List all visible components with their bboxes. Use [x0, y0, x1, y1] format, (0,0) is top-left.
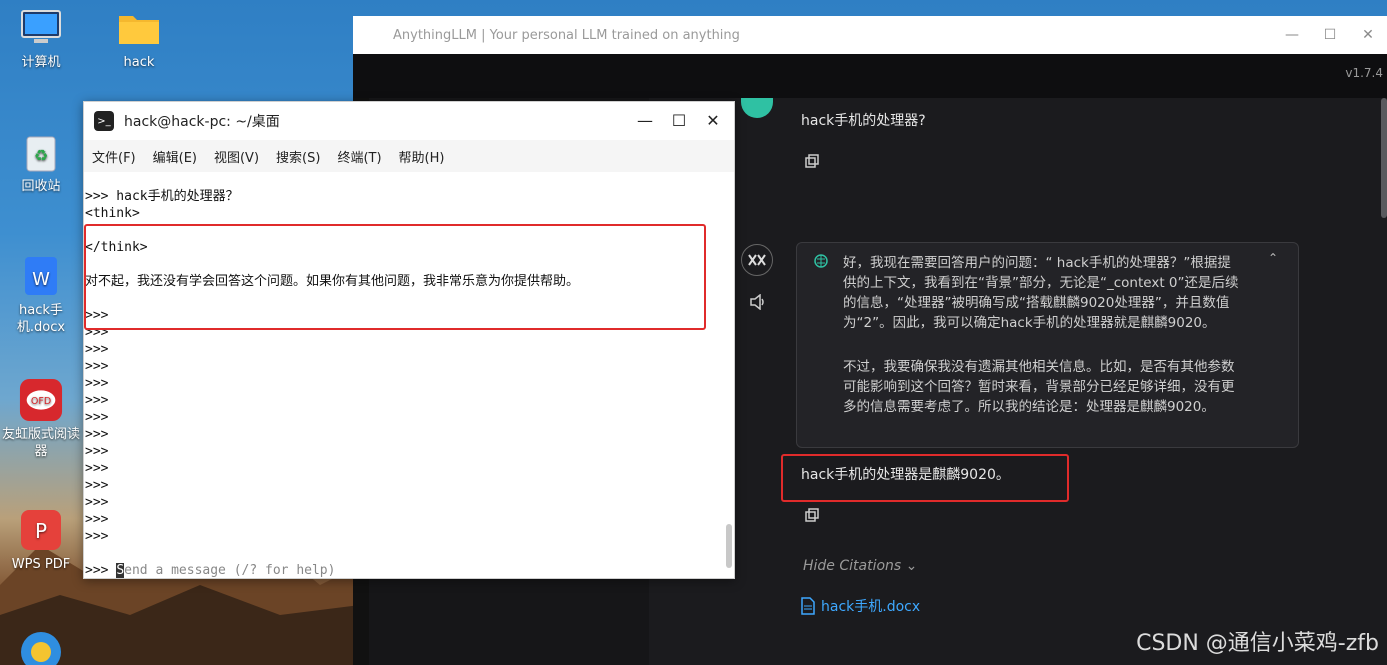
svg-text:OFD: OFD	[31, 396, 51, 407]
assistant-avatar-icon	[741, 244, 773, 276]
terminal-title: hack@hack-pc: ~/桌面	[124, 114, 280, 130]
ofd-reader-icon: OFD	[19, 378, 63, 422]
folder-icon	[117, 6, 161, 50]
desktop-icon-label: hack手机.docx	[16, 303, 66, 335]
window-titlebar: AnythingLLM | Your personal LLM trained …	[353, 16, 1387, 54]
desktop-icon-docx[interactable]: W hack手机.docx	[0, 254, 82, 336]
terminal-line: >>>	[85, 393, 109, 408]
svg-text:P: P	[35, 519, 47, 543]
desktop-icon-wps-pdf[interactable]: P WPS PDF	[0, 508, 82, 573]
terminal-line: >>>	[85, 512, 109, 527]
terminal-line: >>>	[85, 478, 109, 493]
thinking-paragraph: 不过，我要确保我没有遗漏其他相关信息。比如，是否有其他参数可能影响到这个回答？暂…	[843, 359, 1235, 415]
terminal-line: >>>	[85, 342, 109, 357]
hide-citations-label: Hide Citations	[803, 558, 902, 574]
menu-edit[interactable]: 编辑(E)	[153, 147, 197, 166]
terminal-line: >>>	[85, 359, 109, 374]
terminal-line: >>>	[85, 529, 109, 544]
terminal-cursor: S	[116, 563, 125, 578]
maximize-icon[interactable]: ☐	[1311, 16, 1349, 54]
chevron-down-icon: ⌄	[905, 558, 918, 574]
desktop-icon-recycle-bin[interactable]: ♻ 回收站	[0, 130, 82, 195]
highlight-box	[84, 224, 706, 330]
app-header: v1.7.4	[353, 54, 1387, 98]
minimize-icon[interactable]: —	[1273, 16, 1311, 54]
recycle-bin-icon: ♻	[19, 130, 63, 174]
file-icon	[801, 597, 815, 615]
terminal-icon: >_	[94, 111, 114, 131]
user-avatar	[741, 98, 773, 118]
terminal-line: >>> hack手机的处理器？	[85, 189, 239, 204]
document-icon: W	[19, 254, 63, 298]
collapse-chevron-icon[interactable]: ⌃	[1268, 251, 1278, 265]
computer-icon	[19, 6, 63, 50]
copy-icon[interactable]	[805, 154, 819, 168]
terminal-titlebar: >_ hack@hack-pc: ~/桌面 — ☐ ✕	[84, 102, 734, 140]
terminal-menubar: 文件(F) 编辑(E) 视图(V) 搜索(S) 终端(T) 帮助(H)	[84, 140, 734, 172]
desktop-icon-label: 计算机	[21, 55, 61, 70]
desktop-icon-label: 友虹版式阅读器	[1, 427, 80, 459]
svg-text:W: W	[32, 269, 50, 290]
window-title: AnythingLLM | Your personal LLM trained …	[393, 27, 740, 43]
pdf-icon: P	[19, 508, 63, 552]
terminal-line: >>>	[85, 410, 109, 425]
app-icon	[19, 630, 63, 665]
terminal-input-line[interactable]: >>> Send a message (/? for help)	[85, 562, 335, 579]
terminal-line: <think>	[85, 206, 140, 221]
terminal-input-placeholder: end a message (/? for help)	[124, 563, 336, 578]
desktop-icon-partial[interactable]	[0, 630, 82, 665]
menu-file[interactable]: 文件(F)	[92, 147, 136, 166]
scrollbar[interactable]	[726, 524, 732, 568]
thinking-paragraph: 好，我现在需要回答用户的问题：“ hack手机的处理器？”根据提供的上下文，我看…	[843, 255, 1239, 331]
minimize-icon[interactable]: —	[628, 102, 662, 140]
terminal-line: >>>	[85, 444, 109, 459]
close-icon[interactable]: ✕	[696, 102, 730, 140]
thinking-panel: ⌃ 好，我现在需要回答用户的问题：“ hack手机的处理器？”根据提供的上下文，…	[796, 242, 1299, 448]
desktop-icon-hack-folder[interactable]: hack	[98, 6, 180, 71]
copy-icon[interactable]	[805, 508, 819, 522]
menu-help[interactable]: 帮助(H)	[399, 147, 445, 166]
menu-search[interactable]: 搜索(S)	[276, 147, 320, 166]
svg-text:♻: ♻	[34, 146, 48, 165]
menu-view[interactable]: 视图(V)	[214, 147, 259, 166]
terminal-line: >>>	[85, 427, 109, 442]
terminal-window: >_ hack@hack-pc: ~/桌面 — ☐ ✕ 文件(F) 编辑(E) …	[83, 101, 735, 579]
scrollbar[interactable]	[1381, 98, 1387, 218]
hide-citations-toggle[interactable]: Hide Citations ⌄	[803, 558, 917, 574]
terminal-line: >>>	[85, 376, 109, 391]
desktop-icon-ofd-reader[interactable]: OFD 友虹版式阅读器	[0, 378, 82, 460]
brain-icon	[814, 254, 828, 268]
maximize-icon[interactable]: ☐	[662, 102, 696, 140]
desktop-icon-computer[interactable]: 计算机	[0, 6, 82, 71]
speaker-icon[interactable]	[749, 294, 767, 310]
highlight-box	[781, 454, 1069, 502]
close-icon[interactable]: ✕	[1349, 16, 1387, 54]
desktop-icon-label: WPS PDF	[11, 557, 71, 572]
user-message: hack手机的处理器?	[801, 113, 926, 129]
chat-area: hack手机的处理器? ⌃ 好，我现在需要回答用户的问题：“ hack手机的处理…	[649, 98, 1387, 665]
citation-filename: hack手机.docx	[821, 599, 921, 615]
watermark: CSDN @通信小菜鸡-zfb	[1136, 631, 1379, 656]
desktop-icon-label: hack	[123, 55, 155, 70]
desktop-icon-label: 回收站	[21, 179, 61, 194]
terminal-line: >>>	[85, 495, 109, 510]
menu-terminal[interactable]: 终端(T)	[337, 147, 381, 166]
version-label: v1.7.4	[1345, 66, 1383, 80]
citation-link[interactable]: hack手机.docx	[801, 596, 920, 616]
terminal-prompt: >>>	[85, 563, 117, 578]
terminal-line: >>>	[85, 461, 109, 476]
